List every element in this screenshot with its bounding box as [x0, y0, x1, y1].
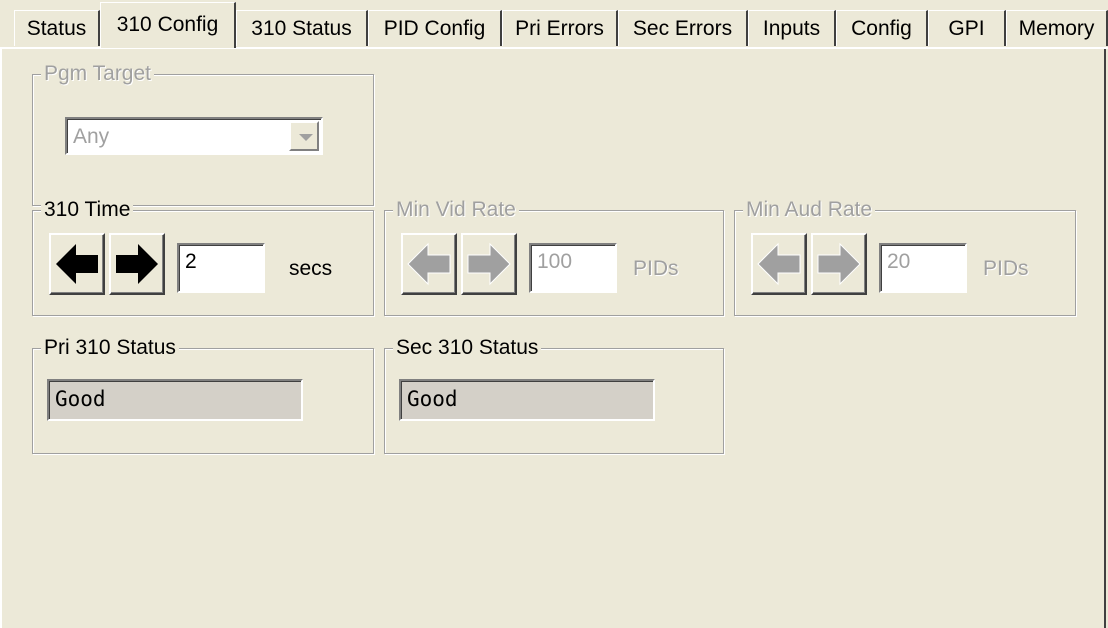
right-arrow-icon — [817, 242, 861, 286]
tab-memory[interactable]: Memory — [1006, 10, 1108, 46]
min-vid-rate-group: Min Vid Rate 100 PIDs — [384, 197, 724, 316]
time-310-increase-button[interactable] — [109, 233, 165, 295]
left-arrow-icon — [407, 242, 451, 286]
pgm-target-select[interactable]: Any — [65, 117, 323, 155]
time-310-decrease-button[interactable] — [49, 233, 105, 295]
tab-gpi[interactable]: GPI — [928, 10, 1006, 46]
tab-panel-310-config: Pgm Target Any 310 Time 2 secs Min Vid R… — [0, 48, 1106, 628]
sec-310-status-label: Sec 310 Status — [393, 335, 542, 361]
pri-310-status-group: Pri 310 Status Good — [32, 335, 374, 454]
chevron-down-icon — [299, 134, 313, 141]
min-vid-rate-input[interactable]: 100 — [529, 243, 617, 293]
min-vid-rate-label: Min Vid Rate — [393, 197, 519, 223]
min-vid-rate-unit: PIDs — [633, 257, 679, 280]
sec-310-status-value: Good — [399, 379, 655, 421]
min-aud-rate-increase-button[interactable] — [811, 233, 867, 295]
tab-pri-errors[interactable]: Pri Errors — [502, 10, 618, 46]
min-aud-rate-group: Min Aud Rate 20 PIDs — [734, 197, 1076, 316]
time-310-input[interactable]: 2 — [177, 243, 265, 293]
min-vid-rate-decrease-button[interactable] — [401, 233, 457, 295]
tab-pid-config[interactable]: PID Config — [368, 10, 502, 46]
pgm-target-value: Any — [73, 125, 110, 148]
time-310-group: 310 Time 2 secs — [32, 197, 374, 316]
time-310-label: 310 Time — [41, 197, 134, 223]
left-arrow-icon — [56, 244, 98, 284]
min-aud-rate-unit: PIDs — [983, 257, 1029, 280]
tab-inputs[interactable]: Inputs — [748, 10, 836, 46]
min-aud-rate-decrease-button[interactable] — [751, 233, 807, 295]
right-arrow-icon — [467, 242, 511, 286]
min-vid-rate-increase-button[interactable] — [461, 233, 517, 295]
time-310-unit: secs — [289, 257, 333, 280]
sec-310-status-group: Sec 310 Status Good — [384, 335, 724, 454]
pgm-target-label: Pgm Target — [41, 61, 154, 87]
tab-config[interactable]: Config — [836, 10, 928, 46]
tab-strip: Status 310 Config 310 Status PID Config … — [0, 0, 1108, 52]
tab-status[interactable]: Status — [14, 10, 100, 46]
left-arrow-icon — [757, 242, 801, 286]
pri-310-status-value: Good — [47, 379, 303, 421]
min-aud-rate-input[interactable]: 20 — [879, 243, 967, 293]
dropdown-button[interactable] — [289, 121, 319, 151]
pri-310-status-label: Pri 310 Status — [41, 335, 179, 361]
right-arrow-icon — [116, 244, 158, 284]
min-aud-rate-label: Min Aud Rate — [743, 197, 876, 223]
tab-310-config[interactable]: 310 Config — [100, 2, 236, 48]
tab-sec-errors[interactable]: Sec Errors — [618, 10, 748, 46]
tab-310-status[interactable]: 310 Status — [236, 10, 368, 46]
pgm-target-group: Pgm Target Any — [32, 61, 374, 206]
